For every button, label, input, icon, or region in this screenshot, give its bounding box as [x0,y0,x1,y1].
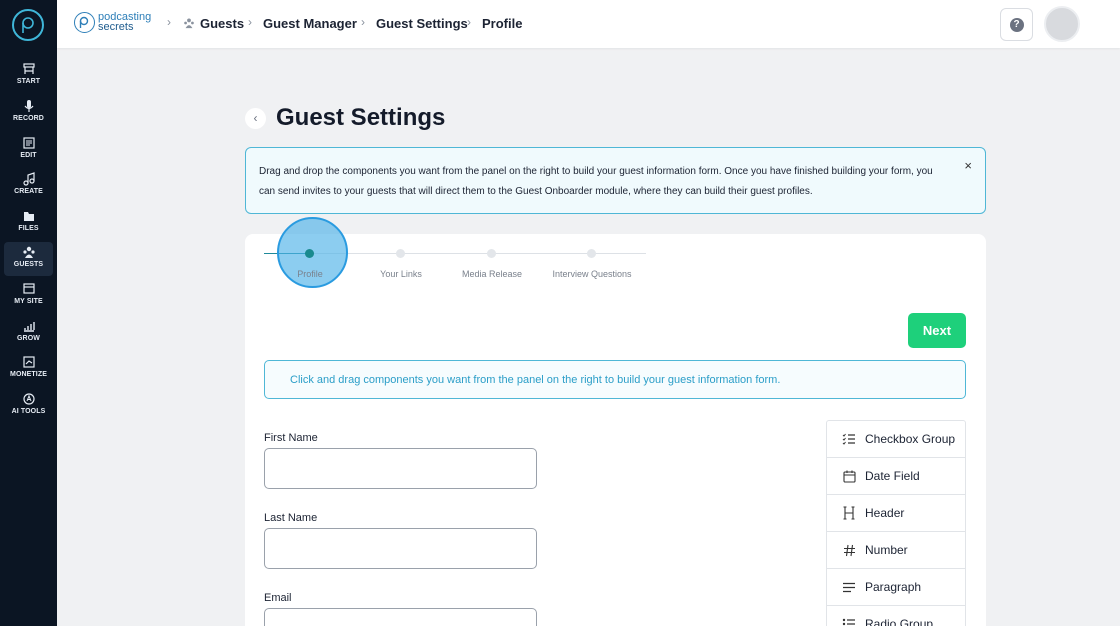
files-icon [23,212,34,221]
breadcrumb-guest-manager[interactable]: Guest Manager [263,16,357,31]
sidebar-item-label: AI TOOLS [11,408,46,415]
help-icon: ? [1009,17,1024,32]
step-label-interview-questions[interactable]: Interview Questions [552,269,631,279]
step-dot-interview-questions[interactable] [587,249,596,258]
email-label: Email [264,592,292,604]
sidebar-item-label: FILES [18,225,39,232]
sidebar-item-create[interactable]: CREATE [4,169,53,203]
component-label: Number [865,543,908,557]
calendar-icon [842,470,856,483]
sidebar: START RECORD EDIT CREATE FILES GUESTS MY… [0,0,57,626]
component-date-field[interactable]: Date Field [827,458,965,495]
hash-icon [842,544,856,557]
breadcrumb-separator-icon: › [248,15,252,29]
last-name-label: Last Name [264,512,318,524]
sidebar-item-label: MY SITE [14,298,43,305]
sidebar-item-guests[interactable]: GUESTS [4,242,53,276]
start-icon [22,63,35,74]
step-label-your-links[interactable]: Your Links [380,269,422,279]
header-icon [842,506,856,520]
brand-wordmark: podcasting secrets [98,12,151,33]
avatar[interactable] [1044,6,1080,42]
site-icon [22,283,35,294]
info-text: Drag and drop the components you want fr… [259,166,933,197]
sidebar-item-edit[interactable]: EDIT [4,133,53,167]
breadcrumb-profile: Profile [482,16,523,31]
component-header[interactable]: Header [827,495,965,532]
guests-icon [22,246,35,258]
back-button[interactable]: ‹ [245,108,266,129]
breadcrumb-separator-icon: › [467,15,471,29]
component-label: Checkbox Group [865,432,956,446]
component-label: Paragraph [865,580,922,594]
radio-list-icon [842,618,856,626]
component-label: Radio Group [865,617,934,626]
music-note-icon [22,172,35,186]
mic-icon [24,100,33,112]
breadcrumb-separator-icon: › [167,15,171,29]
components-panel: Checkbox Group Date Field Header Number … [826,420,966,626]
close-icon[interactable]: × [964,158,972,173]
component-label: Header [865,506,905,520]
growth-chart-icon [23,322,35,332]
monetize-icon [22,356,35,368]
brand-mark-icon [74,11,95,33]
app-logo-icon[interactable] [12,9,44,41]
last-name-field[interactable] [264,528,537,569]
step-label-media-release[interactable]: Media Release [462,269,522,279]
sidebar-item-ai-tools[interactable]: AI TOOLS [4,389,53,423]
edit-icon [22,137,35,149]
first-name-field[interactable] [264,448,537,489]
step-dot-media-release[interactable] [487,249,496,258]
sidebar-item-files[interactable]: FILES [4,206,53,240]
breadcrumb-guests[interactable]: Guests [200,16,244,31]
sidebar-item-monetize[interactable]: MONETIZE [4,352,53,386]
chevron-left-icon: ‹ [253,111,258,125]
component-number[interactable]: Number [827,532,965,569]
ai-tools-icon [22,393,35,405]
component-checkbox-group[interactable]: Checkbox Group [827,421,965,458]
paragraph-icon [842,582,856,593]
drag-hint-text: Click and drag components you want from … [290,374,781,386]
sidebar-item-label: START [16,78,41,85]
sidebar-item-my-site[interactable]: MY SITE [4,279,53,313]
sidebar-item-label: GROW [17,335,40,342]
component-radio-group[interactable]: Radio Group [827,606,965,626]
email-field[interactable] [264,608,537,626]
component-paragraph[interactable]: Paragraph [827,569,965,606]
sidebar-item-record[interactable]: RECORD [4,96,53,130]
sidebar-item-label: RECORD [13,115,44,122]
breadcrumb-guest-settings[interactable]: Guest Settings [376,16,468,31]
guests-icon [184,18,194,29]
brand-line-2: secrets [98,21,134,33]
info-banner: Drag and drop the components you want fr… [245,147,986,214]
sidebar-item-start[interactable]: START [4,59,53,93]
sidebar-item-label: CREATE [14,188,43,195]
first-name-label: First Name [264,432,318,444]
drag-hint-banner: Click and drag components you want from … [264,360,966,399]
checklist-icon [842,433,856,445]
breadcrumb-separator-icon: › [361,15,365,29]
help-button[interactable]: ? [1000,8,1033,41]
next-button[interactable]: Next [908,313,966,348]
sidebar-item-label: GUESTS [13,261,44,268]
sidebar-item-label: MONETIZE [10,371,47,378]
page-title: Guest Settings [276,104,446,131]
brand-logo[interactable]: podcasting secrets [74,10,151,34]
sidebar-item-grow[interactable]: GROW [4,316,53,350]
sidebar-item-label: EDIT [20,152,37,159]
component-label: Date Field [865,469,920,483]
step-dot-profile[interactable] [305,249,314,258]
step-dot-your-links[interactable] [396,249,405,258]
step-label-profile[interactable]: Profile [297,269,323,279]
